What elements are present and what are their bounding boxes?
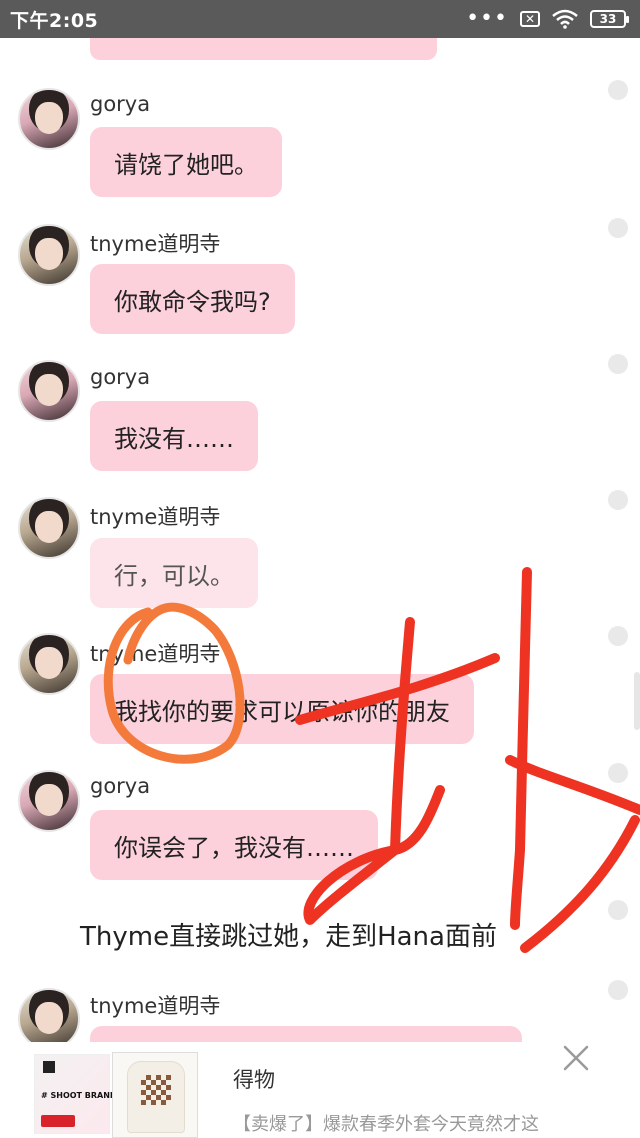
- close-icon[interactable]: [562, 1044, 590, 1072]
- price-tag: [41, 1115, 75, 1127]
- ad-title[interactable]: 得物: [233, 1064, 275, 1094]
- avatar-face: [35, 511, 63, 543]
- checker-pattern: [141, 1075, 171, 1105]
- select-circle[interactable]: [608, 80, 628, 100]
- more-dots-icon: •••: [466, 6, 508, 31]
- select-circle[interactable]: [608, 980, 628, 1000]
- sender-name: gorya: [90, 774, 151, 798]
- sender-name: tnyme道明寺: [90, 232, 221, 256]
- avatar-gorya[interactable]: [18, 770, 80, 832]
- avatar-gorya[interactable]: [18, 88, 80, 150]
- avatar-face: [35, 374, 63, 406]
- avatar-face: [35, 784, 63, 816]
- avatar-tnyme[interactable]: [18, 497, 80, 559]
- message-bubble-partial: [90, 38, 437, 60]
- select-circle[interactable]: [608, 626, 628, 646]
- ad-banner[interactable]: # SHOOT BRAND # 得物 【卖爆了】爆款春季外套今天竟然才这: [0, 1042, 640, 1138]
- message-bubble[interactable]: 你敢命令我吗?: [90, 264, 295, 334]
- message-bubble[interactable]: 行，可以。: [90, 538, 258, 608]
- ad-image-brand[interactable]: # SHOOT BRAND #: [34, 1054, 126, 1134]
- select-circle[interactable]: [608, 218, 628, 238]
- message-bubble[interactable]: 请饶了她吧。: [90, 127, 282, 197]
- sender-name: gorya: [90, 92, 151, 116]
- message-bubble[interactable]: 我没有……: [90, 401, 258, 471]
- sender-name: tnyme道明寺: [90, 994, 221, 1018]
- avatar-tnyme[interactable]: [18, 224, 80, 286]
- avatar-face: [35, 238, 63, 270]
- status-time: 下午2:05: [10, 9, 99, 32]
- avatar-face: [35, 102, 63, 134]
- no-sim-icon: ✕: [520, 11, 540, 27]
- narration-text: Thyme直接跳过她，走到Hana面前: [80, 922, 497, 952]
- avatar-tnyme[interactable]: [18, 988, 80, 1042]
- select-circle[interactable]: [608, 763, 628, 783]
- status-bar: 下午2:05 ••• ✕ 33: [0, 0, 640, 38]
- avatar-face: [35, 647, 63, 679]
- sender-name: tnyme道明寺: [90, 505, 221, 529]
- sender-name: gorya: [90, 365, 151, 389]
- ad-image-coat[interactable]: [112, 1052, 198, 1138]
- status-icons: ••• ✕ 33: [466, 6, 629, 31]
- brand-logo: [43, 1061, 55, 1073]
- message-bubble-partial: [90, 1026, 522, 1042]
- avatar-gorya[interactable]: [18, 360, 80, 422]
- battery-icon: 33: [590, 10, 629, 28]
- wifi-icon: [552, 9, 578, 29]
- scrollbar-thumb[interactable]: [634, 672, 640, 730]
- ad-description[interactable]: 【卖爆了】爆款春季外套今天竟然才这: [233, 1110, 539, 1136]
- avatar-tnyme[interactable]: [18, 633, 80, 695]
- message-bubble[interactable]: 我找你的要求可以原谅你的朋友: [90, 674, 474, 744]
- chat-area[interactable]: gorya 请饶了她吧。 tnyme道明寺 你敢命令我吗? gorya 我没有……: [0, 38, 640, 1042]
- message-bubble[interactable]: 你误会了，我没有……: [90, 810, 378, 880]
- avatar-face: [35, 1002, 63, 1034]
- select-circle[interactable]: [608, 900, 628, 920]
- select-circle[interactable]: [608, 354, 628, 374]
- select-circle[interactable]: [608, 490, 628, 510]
- sender-name: tnyme道明寺: [90, 642, 221, 666]
